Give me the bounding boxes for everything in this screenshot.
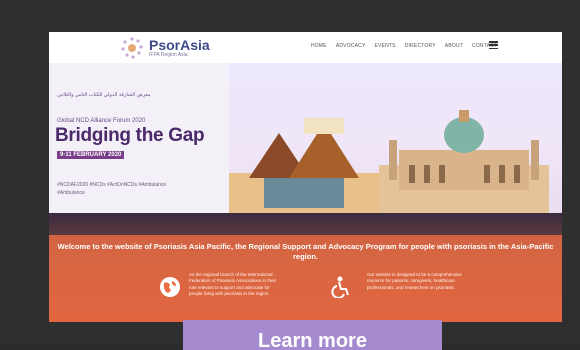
hero-banner: معرض الشارقة الدولي للكتاب الثامن والثلا…: [49, 63, 562, 322]
welcome-text: Welcome to the website of Psoriasis Asia…: [57, 242, 554, 261]
logo-icon: [121, 37, 143, 59]
nav-item-home[interactable]: HOME: [311, 43, 327, 49]
logo-name: PsorAsia: [149, 37, 210, 53]
website-screenshot: PsorAsia IFPA Region Asia HOME ADVOCACY …: [49, 32, 562, 322]
top-nav: PsorAsia IFPA Region Asia HOME ADVOCACY …: [49, 32, 562, 63]
accessibility-icon: [331, 276, 349, 298]
arabic-text: معرض الشارقة الدولي للكتاب الثامن والثلا…: [57, 92, 151, 98]
hashtags: #NCDAF2020 #NCDs #ActOnNCDs #Ambulance #…: [57, 182, 167, 196]
nav-item-about[interactable]: ABOUT: [445, 43, 463, 49]
headline: Bridging the Gap: [55, 125, 205, 146]
main-menu: HOME ADVOCACY EVENTS DIRECTORY ABOUT CON…: [311, 43, 497, 49]
nav-item-advocacy[interactable]: ADVOCACY: [336, 43, 366, 49]
quran-monument-image: [229, 118, 379, 213]
event-screen: معرض الشارقة الدولي للكتاب الثامن والثلا…: [49, 63, 562, 223]
intro-column-left: As the regional branch of the Internatio…: [189, 272, 277, 296]
nav-item-events[interactable]: EVENTS: [374, 43, 395, 49]
logo-subtitle: IFPA Region Asia: [149, 52, 188, 58]
nav-item-directory[interactable]: DIRECTORY: [405, 43, 436, 49]
forum-label: Global NCD Alliance Forum 2020: [57, 118, 146, 124]
event-dates: 9-11 FEBRUARY 2020: [57, 151, 125, 159]
globe-icon: [160, 277, 180, 297]
video-frame: PsorAsia IFPA Region Asia HOME ADVOCACY …: [0, 0, 580, 350]
intro-column-right: Our website is designed to be a comprehe…: [367, 272, 462, 290]
hamburger-menu-icon[interactable]: [489, 41, 498, 49]
palace-building-image: [379, 110, 549, 213]
logo[interactable]: PsorAsia IFPA Region Asia: [119, 35, 210, 61]
learn-more-button[interactable]: Learn more: [183, 320, 442, 350]
